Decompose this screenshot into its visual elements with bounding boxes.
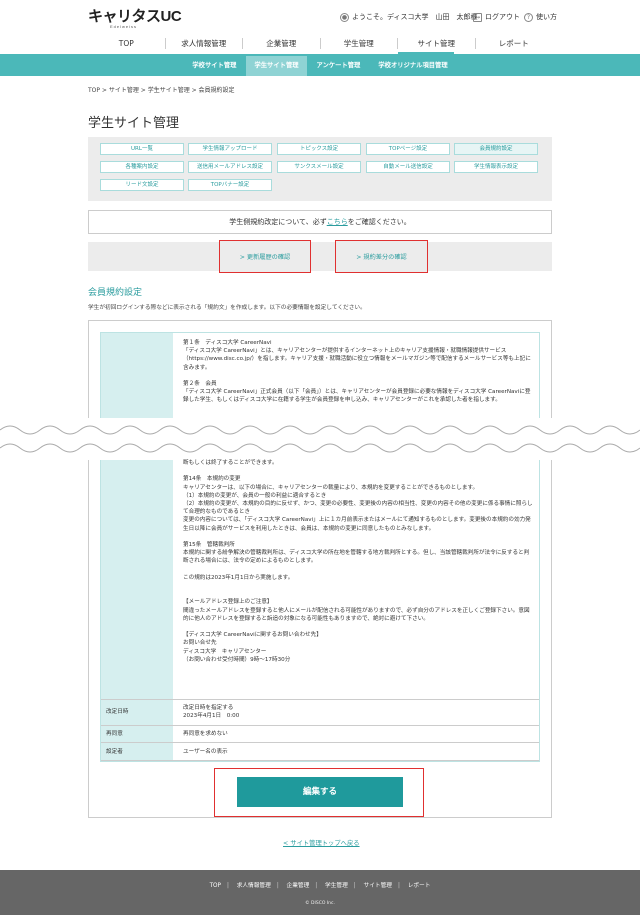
logout-icon: → <box>473 12 482 22</box>
user-icon: ● <box>340 12 349 22</box>
setter-row: 設定者 ユーザー名の表示 <box>101 742 539 761</box>
tab-student-display[interactable]: 学生情報表示設定 <box>454 161 538 173</box>
help-link[interactable]: ? 使い方 <box>524 12 557 22</box>
history-link[interactable]: > 更新履歴の確認 <box>219 240 311 273</box>
tab-top-page[interactable]: TOPページ設定 <box>366 143 450 155</box>
footer-report[interactable]: レポート <box>402 883 437 889</box>
notice-link[interactable]: こちら <box>327 218 348 226</box>
terms-text-top: 第１条 ディスコ大学 CareerNavi 「ディスコ大学 CareerNavi… <box>183 340 531 404</box>
gnav-companies[interactable]: 企業管理 <box>242 37 320 49</box>
gnav-report[interactable]: レポート <box>474 37 553 49</box>
terms-text-bottom: 断もしくは終了することができます。 第14条 本規約の変更 キャリアセンターは、… <box>183 460 533 663</box>
gnav-site[interactable]: サイト管理 <box>397 37 475 49</box>
revision-date-label: 改定日時 <box>101 700 173 725</box>
gnav-active-indicator <box>398 52 454 55</box>
link-bar <box>88 242 552 271</box>
setter-label: 設定者 <box>101 743 173 760</box>
logo: キャリタスUC Edelweiss <box>88 8 182 29</box>
tab-lead-text[interactable]: リード文設定 <box>100 179 184 191</box>
terms-label-cell <box>101 333 173 699</box>
revision-notice: 学生側規約改定について、必ずこちらをご確認ください。 <box>88 210 552 234</box>
logout-link[interactable]: → ログアウト <box>473 12 520 22</box>
tab-guidance[interactable]: 各種案内設定 <box>100 161 184 173</box>
snav-survey[interactable]: アンケート管理 <box>309 56 369 76</box>
help-icon: ? <box>524 12 533 22</box>
tab-terms[interactable]: 会員規約設定 <box>454 143 538 155</box>
tab-thanks-mail[interactable]: サンクスメール設定 <box>277 161 361 173</box>
copyright: © DISCO Inc. <box>305 901 335 906</box>
diff-link[interactable]: > 規約差分の確認 <box>335 240 428 273</box>
reconsent-value: 再同意を求めない <box>183 731 228 737</box>
footer-site[interactable]: サイト管理 <box>358 883 398 889</box>
breadcrumb: TOP > サイト管理 > 学生サイト管理 > 会員規約設定 <box>88 87 235 94</box>
sub-nav: 学校サイト管理 学生サイト管理 アンケート管理 学校オリジナル項目管理 <box>0 56 640 76</box>
gnav-jobs[interactable]: 求人情報管理 <box>164 37 243 49</box>
tab-topics[interactable]: トピックス設定 <box>277 143 361 155</box>
snav-student-site[interactable]: 学生サイト管理 <box>246 56 307 76</box>
section-description: 学生が初回ログインする際などに表示される「規約文」を作成します。以下の必要情報を… <box>88 305 366 311</box>
revision-date-value: 2023年4月1日 0:00 <box>183 713 240 719</box>
welcome-text: ● ようこそ。ディスコ大学 山田 太郎様 <box>340 12 478 22</box>
gnav-top[interactable]: TOP <box>88 39 165 48</box>
tab-panel: URL一覧 学生情報アップロード トピックス設定 TOPページ設定 会員規約設定… <box>88 137 552 201</box>
setter-value: ユーザー名の表示 <box>183 749 228 755</box>
cut-separator <box>0 418 640 460</box>
tab-top-banner[interactable]: TOPバナー設定 <box>188 179 272 191</box>
reconsent-label: 再同意 <box>101 726 173 742</box>
footer-nav: TOP | 求人情報管理 | 企業管理 | 学生管理 | サイト管理 | レポート <box>0 880 640 889</box>
gnav-students[interactable]: 学生管理 <box>319 37 398 49</box>
snav-school-site[interactable]: 学校サイト管理 <box>184 56 244 76</box>
revision-date-row: 改定日時 改定日時を指定する 2023年4月1日 0:00 <box>101 699 539 725</box>
revision-date-mode: 改定日時を指定する <box>183 705 234 711</box>
footer <box>0 870 640 915</box>
footer-students[interactable]: 学生管理 <box>319 883 354 889</box>
back-to-site-top-link[interactable]: < サイト管理トップへ戻る <box>283 838 360 847</box>
tab-auto-mail[interactable]: 自動メール送信設定 <box>366 161 450 173</box>
tab-url-list[interactable]: URL一覧 <box>100 143 184 155</box>
section-title: 会員規約設定 <box>88 288 143 298</box>
tab-student-upload[interactable]: 学生情報アップロード <box>188 143 272 155</box>
tab-sender-email[interactable]: 送信用メールアドレス設定 <box>188 161 272 173</box>
reconsent-row: 再同意 再同意を求めない <box>101 725 539 742</box>
page-title: 学生サイト管理 <box>88 116 180 131</box>
footer-top[interactable]: TOP <box>204 883 227 889</box>
footer-jobs[interactable]: 求人情報管理 <box>231 883 277 889</box>
edit-button[interactable]: 編集する <box>237 777 403 807</box>
global-nav: TOP 求人情報管理 企業管理 学生管理 サイト管理 レポート <box>88 32 552 54</box>
footer-companies[interactable]: 企業管理 <box>281 883 316 889</box>
snav-original-items[interactable]: 学校オリジナル項目管理 <box>370 56 455 76</box>
